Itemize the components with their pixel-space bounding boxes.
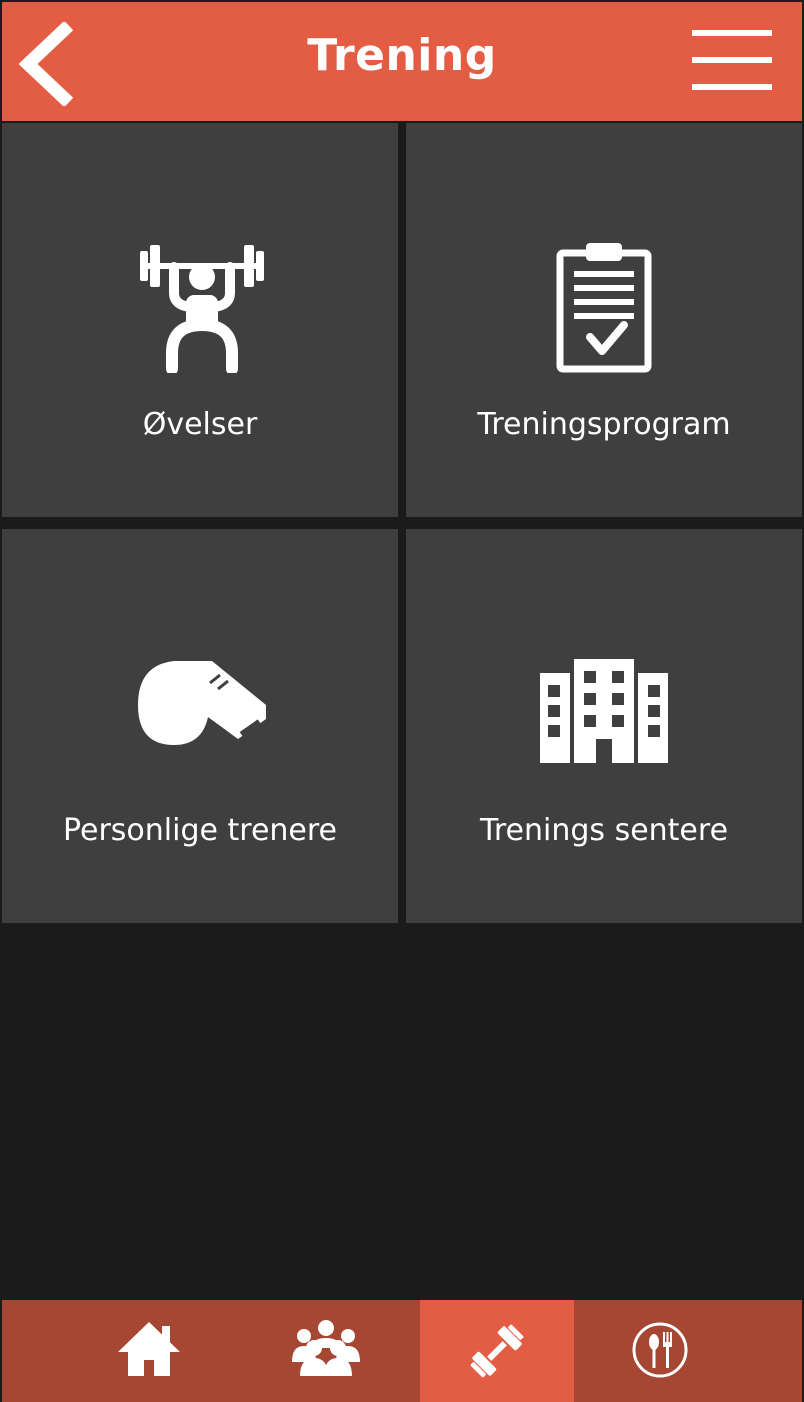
nav-home[interactable] [76,1300,222,1402]
empty-content-area [2,924,802,1300]
clipboard-checklist-icon [556,243,652,373]
nav-community[interactable] [252,1300,398,1402]
nav-training[interactable] [420,1300,574,1402]
tile-label: Trenings sentere [479,813,729,848]
app-screen: Trening Øvelser Treningsprogram Personli… [0,0,804,1402]
home-icon [118,1322,180,1376]
tile-trenings-sentere[interactable]: Trenings sentere [406,529,802,923]
page-title: Trening [307,30,497,81]
buildings-icon [540,659,668,763]
whistle-icon [138,661,266,745]
dumbbell-icon [470,1324,524,1378]
header-bar: Trening [2,2,802,121]
tile-treningsprogram[interactable]: Treningsprogram [406,123,802,517]
weightlifter-icon [140,245,264,373]
tile-label: Treningsprogram [477,407,731,442]
bottom-nav [2,1300,802,1402]
tile-ovelser[interactable]: Øvelser [2,123,398,517]
tile-label: Personlige trenere [62,813,337,848]
restaurant-icon [632,1322,688,1378]
tile-label: Øvelser [142,407,258,442]
hamburger-menu-icon [692,30,772,36]
menu-button[interactable] [692,30,774,94]
group-icon [292,1320,360,1376]
tile-personlige-trenere[interactable]: Personlige trenere [2,529,398,923]
nav-food[interactable] [588,1300,734,1402]
